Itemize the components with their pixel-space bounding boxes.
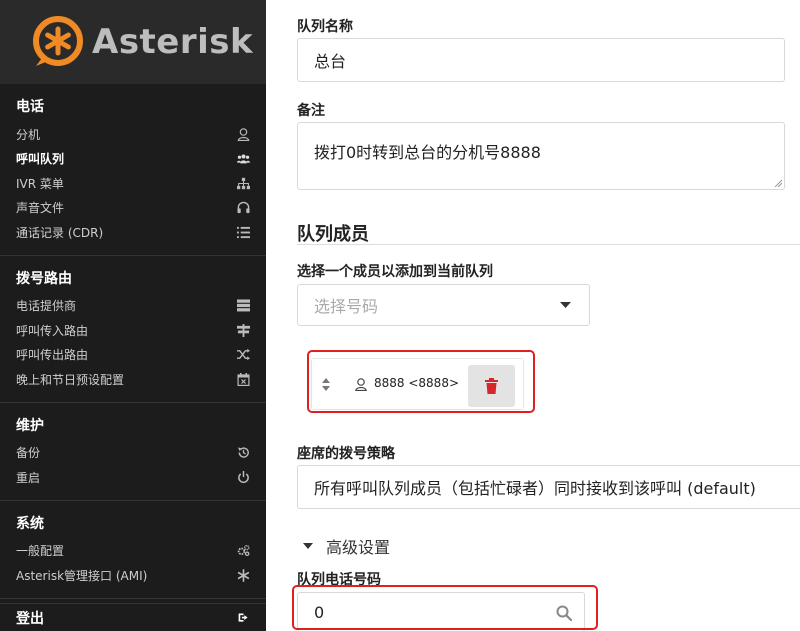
sidebar-item-label: 呼叫传入路由 [16, 323, 89, 338]
sidebar-nav: 电话分机呼叫队列 IVR 菜单 声音文件通话记录 (CDR) 拨号路由电话提供商呼叫传… [0, 84, 266, 599]
users-icon [236, 152, 250, 166]
member-highlight-box [307, 350, 535, 413]
sidebar-item-label: IVR 菜单 [16, 176, 64, 191]
advanced-settings-toggle[interactable]: 高级设置 [303, 534, 390, 558]
strategy-label: 座席的拨号策略 [297, 446, 395, 462]
shuffle-icon [236, 348, 250, 362]
sidebar-item[interactable]: 备份 [0, 441, 266, 466]
sidebar-item-label: 重启 [16, 470, 41, 485]
members-heading: 队列成员 [297, 224, 369, 245]
queue-number-highlight-box [292, 585, 598, 630]
sidebar-item[interactable]: 一般配置 [0, 539, 266, 564]
logo[interactable]: Asterisk [0, 0, 266, 84]
sidebar-item[interactable]: 呼叫传入路由 [0, 318, 266, 343]
power-icon [236, 470, 250, 484]
caret-down-icon [303, 542, 313, 549]
sidebar-item[interactable]: 呼叫队列 [0, 147, 266, 172]
user-icon [236, 127, 250, 141]
sidebar-item-label: 分机 [16, 127, 41, 142]
sidebar-section: 电话分机呼叫队列 IVR 菜单 声音文件通话记录 (CDR) [0, 84, 266, 256]
sidebar-item[interactable]: 电话提供商 [0, 294, 266, 319]
sidebar-section: 系统一般配置 Asterisk管理接口 (AMI) [0, 501, 266, 599]
sidebar-item[interactable]: Asterisk管理接口 (AMI) [0, 563, 266, 588]
queue-name-input[interactable]: 总台 [297, 38, 785, 82]
sign-out-icon [236, 611, 250, 625]
sidebar-item[interactable]: 声音文件 [0, 196, 266, 221]
history-icon [236, 446, 250, 460]
notes-textarea[interactable]: 拨打0时转到总台的分机号8888 [297, 122, 785, 190]
sidebar-section-title: 电话 [16, 99, 44, 115]
select-member-label: 选择一个成员以添加到当前队列 [297, 264, 493, 280]
notes-value: 拨打0时转到总台的分机号8888 [314, 143, 541, 162]
sidebar-section-title: 维护 [16, 417, 44, 434]
sidebar-item-label: 通话记录 (CDR) [16, 225, 104, 240]
sidebar: Asterisk 电话分机呼叫队列 IVR 菜单 声音文件通话记录 (CDR) 拨号路… [0, 0, 266, 631]
sidebar-section-title: 系统 [16, 515, 44, 532]
queue-name-value: 总台 [314, 52, 347, 71]
headphones-icon [236, 201, 250, 215]
select-member-dropdown[interactable]: 选择号码 [297, 284, 590, 326]
sidebar-item-label: 一般配置 [16, 544, 65, 559]
main-content: 队列名称 总台 备注 拨打0时转到总台的分机号8888 队列成员 选择一个成员以… [266, 0, 800, 631]
server-icon [236, 299, 250, 313]
logout-label: 登出 [16, 610, 44, 627]
resize-handle-icon[interactable] [774, 179, 782, 187]
sidebar-item[interactable]: 呼叫传出路由 [0, 343, 266, 368]
sidebar-item-label: 声音文件 [16, 201, 65, 216]
asterisk-logo-icon [33, 16, 83, 66]
members-divider [297, 244, 800, 245]
caret-down-icon [560, 302, 571, 308]
sidebar-item-label: 呼叫队列 [16, 152, 65, 167]
select-member-placeholder: 选择号码 [314, 297, 379, 316]
strategy-select[interactable]: 所有呼叫队列成员（包括忙碌者）同时接收到该呼叫 (default) [297, 465, 800, 509]
sidebar-item[interactable]: 分机 [0, 122, 266, 147]
sidebar-item-label: 电话提供商 [16, 299, 77, 314]
signs-icon [236, 323, 250, 337]
sidebar-item[interactable]: 晚上和节日预设配置 [0, 367, 266, 392]
logo-text: Asterisk [92, 22, 254, 62]
sidebar-item[interactable]: IVR 菜单 [0, 171, 266, 196]
sidebar-section: 拨号路由电话提供商呼叫传入路由 呼叫传出路由晚上和节日预设配置 [0, 256, 266, 403]
advanced-settings-label: 高级设置 [326, 538, 391, 557]
strategy-value: 所有呼叫队列成员（包括忙碌者）同时接收到该呼叫 (default) [314, 479, 756, 498]
asterisk-icon [236, 568, 250, 582]
sidebar-section: 维护 备份 重启 [0, 403, 266, 501]
list-icon [236, 225, 250, 239]
sidebar-item-label: Asterisk管理接口 (AMI) [16, 568, 148, 583]
notes-label: 备注 [297, 103, 325, 119]
logout-button[interactable]: 登出 [0, 603, 266, 631]
sidebar-item-label: 晚上和节日预设配置 [16, 372, 125, 387]
sitemap-icon [236, 176, 250, 190]
cogs-icon [236, 544, 250, 558]
queue-name-label: 队列名称 [297, 19, 353, 35]
sidebar-item-label: 备份 [16, 446, 41, 461]
sidebar-item[interactable]: 重启 [0, 465, 266, 490]
sidebar-item[interactable]: 通话记录 (CDR) [0, 220, 266, 245]
calendar-x-icon [236, 372, 250, 386]
sidebar-section-title: 拨号路由 [16, 270, 72, 287]
sidebar-item-label: 呼叫传出路由 [16, 348, 89, 363]
